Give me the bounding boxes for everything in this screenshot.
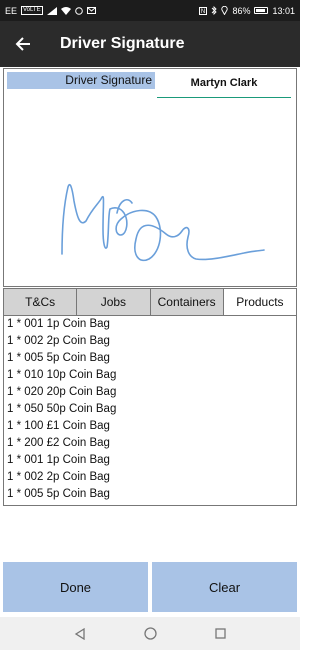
list-item: 1 * 001 1p Coin Bag [7, 318, 110, 330]
status-bar-right: N 86% 13:01 [199, 6, 295, 16]
signature-panel: Driver Signature Martyn Clark [3, 68, 297, 287]
done-button[interactable]: Done [3, 562, 148, 612]
volte-badge: VoLTE [21, 6, 43, 15]
tab-t-cs[interactable]: T&Cs [4, 289, 78, 315]
wifi-icon [60, 6, 71, 15]
products-list[interactable]: 1 * 001 1p Coin Bag 1 * 002 2p Coin Bag 1 … [3, 316, 297, 506]
bluetooth-icon [211, 6, 218, 15]
tab-products[interactable]: Products [223, 289, 296, 315]
nav-recents-button[interactable] [210, 624, 230, 644]
list-item: 1 * 200 £2 Coin Bag [7, 437, 110, 449]
tab-bar: T&Cs Jobs Containers Products [3, 288, 297, 316]
list-item: 1 * 005 5p Coin Bag [7, 488, 110, 500]
list-item: 1 * 010 10p Coin Bag [4, 503, 296, 505]
location-icon [221, 6, 229, 15]
arrow-left-icon [15, 36, 31, 52]
signature-stroke-extra [116, 199, 133, 214]
clear-button[interactable]: Clear [152, 562, 297, 612]
battery-fill [256, 9, 266, 12]
status-bar: EE VoLTE N 86% 13:01 [0, 0, 300, 21]
tab-containers[interactable]: Containers [150, 289, 224, 315]
signature-label: Driver Signature [7, 72, 155, 89]
triangle-back-icon [74, 627, 86, 640]
list-item: 1 * 010 10p Coin Bag [7, 369, 117, 381]
svg-text:N: N [201, 9, 205, 15]
battery-icon [254, 7, 269, 14]
mail-icon [86, 7, 96, 14]
carrier-label: EE [5, 5, 18, 16]
back-button[interactable] [0, 21, 46, 67]
signer-name-underline [157, 97, 291, 98]
list-item: 1 * 050 50p Coin Bag [7, 403, 117, 415]
square-recents-icon [214, 628, 226, 639]
battery-percent: 86% [232, 5, 251, 16]
list-item: 1 * 020 20p Coin Bag [7, 386, 117, 398]
nav-home-button[interactable] [140, 624, 160, 644]
list-item: 1 * 002 2p Coin Bag [7, 335, 110, 347]
page-title: Driver Signature [60, 35, 185, 52]
list-item: 1 * 005 5p Coin Bag [7, 352, 110, 364]
list-item: 1 * 001 1p Coin Bag [7, 454, 110, 466]
list-item: 1 * 100 £1 Coin Bag [7, 420, 110, 432]
circle-home-icon [143, 627, 157, 640]
status-bar-left: EE VoLTE [5, 6, 96, 16]
tab-jobs[interactable]: Jobs [77, 289, 151, 315]
list-item: 1 * 002 2p Coin Bag [7, 471, 110, 483]
signature-stroke [61, 183, 265, 262]
nfc-icon: N [199, 6, 208, 15]
system-nav-bar [0, 617, 300, 650]
app-bar: Driver Signature [0, 21, 300, 67]
nav-back-button[interactable] [70, 624, 90, 644]
signal-icon [46, 6, 57, 15]
signature-canvas[interactable] [4, 109, 296, 286]
clock: 13:01 [272, 5, 295, 16]
whatsapp-icon [74, 6, 83, 15]
signer-name: Martyn Clark [190, 77, 258, 89]
